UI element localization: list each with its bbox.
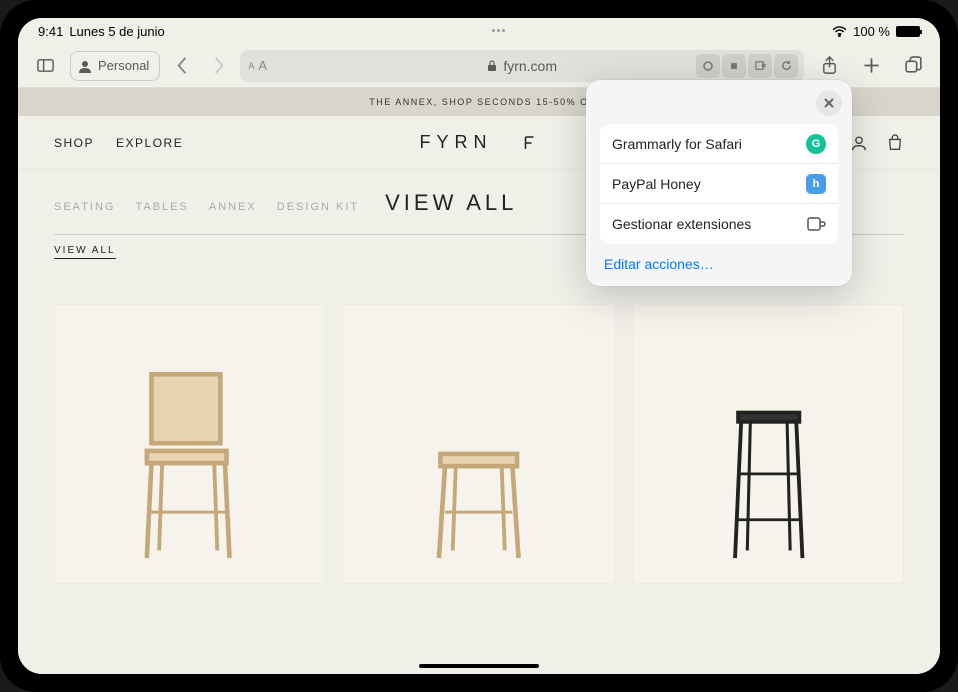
- back-button[interactable]: [168, 49, 196, 83]
- grammarly-icon: G: [806, 134, 826, 154]
- site-logo[interactable]: FYRN: [420, 132, 539, 153]
- cart-icon[interactable]: [886, 134, 904, 152]
- share-button[interactable]: [812, 49, 846, 83]
- manage-extensions[interactable]: Gestionar extensiones: [600, 204, 838, 244]
- extensions-popover: Grammarly for Safari G PayPal Honey h Ge…: [586, 80, 852, 286]
- url-host: fyrn.com: [503, 58, 557, 74]
- nav-shop[interactable]: SHOP: [54, 136, 94, 150]
- manage-extensions-label: Gestionar extensiones: [612, 216, 751, 232]
- account-icon[interactable]: [850, 134, 868, 152]
- multitasking-dots-icon[interactable]: [489, 29, 507, 33]
- new-tab-button[interactable]: [854, 49, 888, 83]
- subnav-view-all[interactable]: VIEW ALL: [385, 190, 517, 216]
- nav-explore[interactable]: EXPLORE: [116, 136, 183, 150]
- address-bar[interactable]: AA fyrn.com: [240, 50, 804, 82]
- forward-button: [204, 49, 232, 83]
- logo-text: FYRN: [420, 132, 493, 153]
- subnav-annex[interactable]: ANNEX: [209, 201, 257, 213]
- status-date: Lunes 5 de junio: [69, 24, 164, 39]
- edit-actions-link[interactable]: Editar acciones…: [600, 256, 838, 272]
- grammarly-toolbar-icon[interactable]: [696, 54, 720, 78]
- sidebar-toggle-icon[interactable]: [28, 49, 62, 83]
- reader-button[interactable]: AA: [248, 58, 267, 73]
- profile-label: Personal: [98, 58, 149, 73]
- lock-icon: [487, 60, 497, 72]
- reload-button[interactable]: [774, 54, 798, 78]
- popover-close-button[interactable]: [816, 90, 842, 116]
- logo-mark-icon: [523, 135, 539, 151]
- promo-text: THE ANNEX, SHOP SECONDS 15-50% O: [369, 97, 588, 107]
- wifi-icon: [832, 26, 847, 37]
- battery-percent: 100 %: [853, 24, 890, 39]
- filter-view-all[interactable]: VIEW ALL: [54, 245, 116, 259]
- extension-label: Grammarly for Safari: [612, 136, 742, 152]
- product-card-chair[interactable]: [54, 304, 325, 584]
- subnav-tables[interactable]: TABLES: [135, 201, 188, 213]
- honey-toolbar-icon[interactable]: [722, 54, 746, 78]
- extension-label: PayPal Honey: [612, 176, 701, 192]
- product-card-barstool[interactable]: [633, 304, 904, 584]
- tabs-button[interactable]: [896, 49, 930, 83]
- extension-grammarly[interactable]: Grammarly for Safari G: [600, 124, 838, 164]
- status-bar: 9:41 Lunes 5 de junio 100 %: [18, 18, 940, 44]
- subnav-design-kit[interactable]: DESIGN KIT: [277, 201, 359, 213]
- subnav-seating[interactable]: SEATING: [54, 201, 115, 213]
- puzzle-piece-icon: [806, 215, 826, 233]
- extension-paypal-honey[interactable]: PayPal Honey h: [600, 164, 838, 204]
- profile-button[interactable]: Personal: [70, 51, 160, 81]
- battery-icon: [896, 26, 920, 37]
- status-time: 9:41: [38, 24, 63, 39]
- extensions-button[interactable]: [748, 54, 772, 78]
- edit-actions-label: Editar acciones…: [604, 256, 714, 272]
- product-grid: [18, 256, 940, 584]
- product-card-stool[interactable]: [343, 304, 614, 584]
- honey-icon: h: [806, 174, 826, 194]
- home-indicator[interactable]: [419, 664, 539, 668]
